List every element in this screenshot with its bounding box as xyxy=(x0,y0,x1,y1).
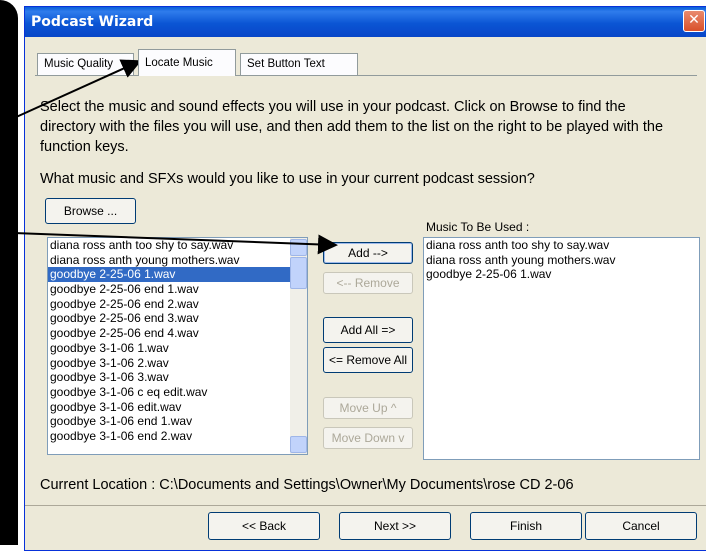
arrow-to-locate-tab xyxy=(13,59,142,119)
tab-locate-music[interactable]: Locate Music xyxy=(138,49,236,76)
arrow-to-add-button xyxy=(13,232,338,255)
annotation-arrows xyxy=(13,59,338,255)
